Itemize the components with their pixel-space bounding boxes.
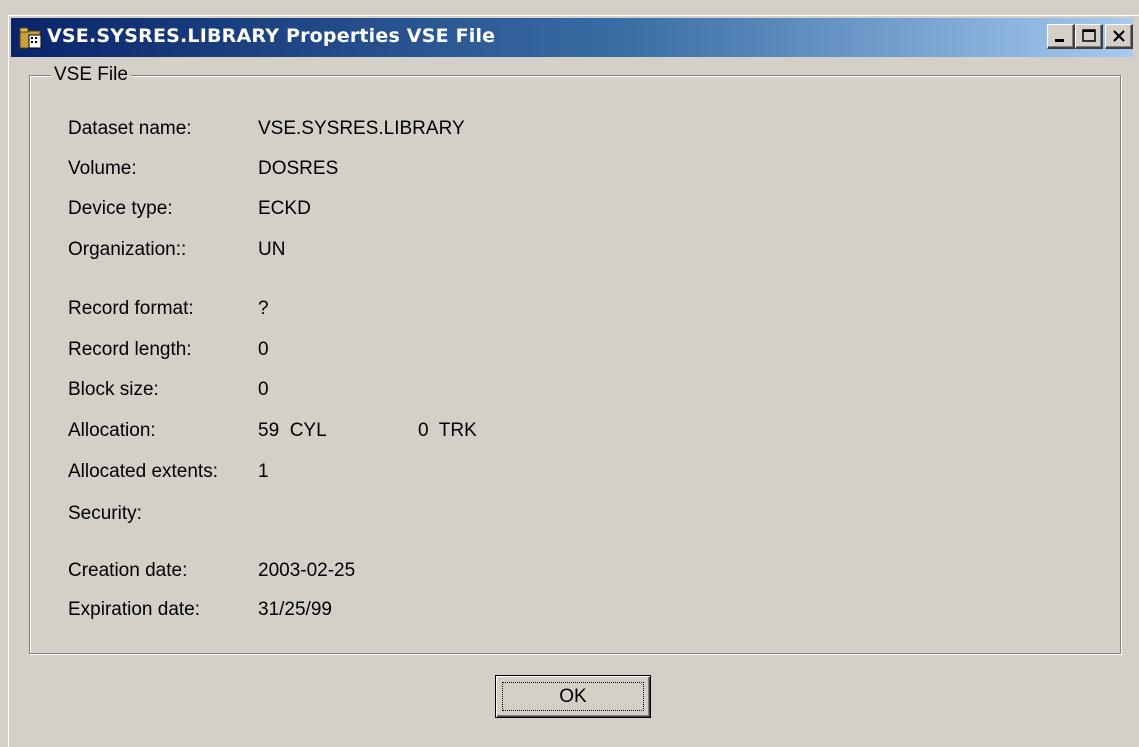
expiration-date-label: Expiration date: <box>68 599 201 620</box>
creation-date-value: 2003-02-25 <box>258 560 356 581</box>
file-properties-icon <box>19 27 42 49</box>
close-icon <box>1113 30 1125 42</box>
device-type-label: Device type: <box>68 198 173 219</box>
ok-button[interactable]: OK <box>495 675 651 718</box>
record-format-value: ? <box>258 298 269 319</box>
allocation-label: Allocation: <box>68 420 156 441</box>
groupbox-legend: VSE File <box>51 63 131 87</box>
ok-button-label: OK <box>559 685 587 707</box>
security-label: Security: <box>68 503 142 524</box>
volume-value: DOSRES <box>258 158 339 179</box>
record-length-label: Record length: <box>68 339 192 360</box>
device-type-value: ECKD <box>258 198 311 219</box>
title-bar[interactable]: VSE.SYSRES.LIBRARY Properties VSE File <box>11 18 1133 57</box>
dataset-name-value: VSE.SYSRES.LIBRARY <box>258 118 465 139</box>
allocation-cylinders-value: 59 CYL <box>258 420 327 441</box>
allocated-extents-label: Allocated extents: <box>68 461 218 482</box>
record-format-label: Record format: <box>68 298 194 319</box>
minimize-button[interactable] <box>1047 24 1075 49</box>
organization-value: UN <box>258 239 286 260</box>
expiration-date-value: 31/25/99 <box>258 599 332 620</box>
block-size-label: Block size: <box>68 379 159 400</box>
block-size-value: 0 <box>258 379 269 400</box>
dataset-name-label: Dataset name: <box>68 118 192 139</box>
window-title: VSE.SYSRES.LIBRARY Properties VSE File <box>47 25 496 47</box>
close-button[interactable] <box>1105 24 1133 49</box>
record-length-value: 0 <box>258 339 269 360</box>
creation-date-label: Creation date: <box>68 560 188 581</box>
maximize-icon <box>1082 29 1096 42</box>
allocated-extents-value: 1 <box>258 461 269 482</box>
volume-label: Volume: <box>68 158 137 179</box>
organization-label: Organization:: <box>68 239 187 260</box>
maximize-button[interactable] <box>1075 24 1103 49</box>
minimize-icon <box>1055 39 1064 42</box>
vse-file-groupbox <box>29 75 1121 654</box>
allocation-tracks-value: 0 TRK <box>418 420 477 441</box>
